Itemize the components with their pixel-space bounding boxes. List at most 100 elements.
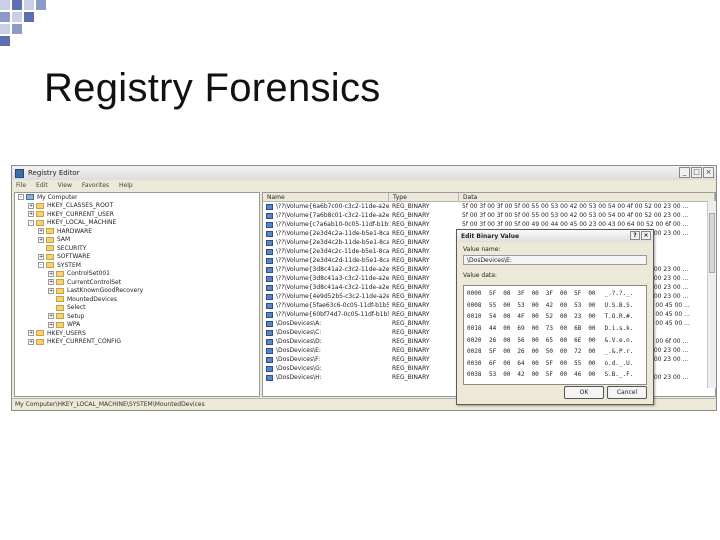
value-name-field[interactable]: \DosDevices\E: <box>463 255 647 265</box>
tree-item[interactable]: + SAM <box>15 236 259 245</box>
tree-item[interactable]: Select <box>15 304 259 313</box>
hex-row[interactable]: 0028 5F 00 26 00 50 00 72 00 _.&.P.r. <box>467 346 643 358</box>
help-button[interactable]: ? <box>630 231 640 240</box>
expand-icon[interactable]: + <box>48 270 54 277</box>
expand-icon[interactable]: + <box>38 228 44 235</box>
hex-offset: 0028 <box>467 348 482 356</box>
tree-item[interactable]: + HKEY_CLASSES_ROOT <box>15 202 259 211</box>
folder-icon <box>46 262 54 269</box>
hex-byte: 73 <box>545 325 553 333</box>
hex-byte: 00 <box>503 336 511 344</box>
hex-byte: 5F <box>545 371 553 379</box>
hex-row[interactable]: 0020 26 00 56 00 65 00 6E 00 &.V.e.n. <box>467 334 643 346</box>
tree-spacer <box>48 304 54 311</box>
hex-byte: 5F <box>489 290 497 298</box>
tree-item[interactable]: + ControlSet001 <box>15 270 259 279</box>
tree-item[interactable]: + HARDWARE <box>15 227 259 236</box>
tree-item[interactable]: SECURITY <box>15 244 259 253</box>
value-data-label: Value data: <box>463 272 497 279</box>
hex-byte: 00 <box>531 290 539 298</box>
expand-icon[interactable]: + <box>38 253 44 260</box>
hex-byte: 00 <box>588 290 596 298</box>
column-header-name[interactable]: Name <box>263 193 389 201</box>
expand-icon[interactable]: + <box>28 338 34 345</box>
vertical-scrollbar[interactable] <box>707 201 716 388</box>
expand-icon[interactable]: + <box>48 287 54 294</box>
folder-icon <box>36 338 44 345</box>
value-data-hex-editor[interactable]: 0000 5F 00 3F 00 3F 00 5F 00 _.?.?._. 0008 55 00 53 00… <box>463 285 647 385</box>
value-type: REG_BINARY <box>392 275 430 282</box>
value-row[interactable]: \??\Volume{c7a6ab10-0c05-11df-b1b5-... RE… <box>263 220 715 229</box>
value-row[interactable]: \??\Volume{6a6b7c00-c3c2-11de-a2e5-... RE… <box>263 202 715 211</box>
expand-icon[interactable]: + <box>48 321 54 328</box>
menu-item-favorites[interactable]: Favorites <box>82 182 109 189</box>
tree-item[interactable]: MountedDevices <box>15 295 259 304</box>
maximize-button[interactable]: □ <box>691 167 702 178</box>
hex-byte: 00 <box>559 290 568 298</box>
hex-offset: 0030 <box>467 359 482 367</box>
value-name: \??\Volume{4e9d52b5-c3c2-11de-a2e5-... <box>276 293 389 300</box>
tree-item[interactable]: - SYSTEM <box>15 261 259 270</box>
hex-row[interactable]: 0030 6F 00 64 00 5F 00 55 00 o.d._.U. <box>467 358 643 370</box>
dialog-titlebar[interactable]: Edit Binary Value ? × <box>457 230 653 242</box>
hex-row[interactable]: 0008 55 00 53 00 42 00 53 00 U.S.B.S. <box>467 300 643 312</box>
hex-byte: 23 <box>574 313 582 321</box>
collapse-icon[interactable]: - <box>18 194 24 201</box>
value-type: REG_BINARY <box>392 248 430 255</box>
hex-byte: 4F <box>517 313 525 321</box>
column-header-data[interactable]: Data <box>459 193 715 201</box>
close-button[interactable]: × <box>703 167 714 178</box>
tree-item[interactable]: + CurrentControlSet <box>15 278 259 287</box>
folder-icon <box>46 236 54 243</box>
expand-icon[interactable]: + <box>28 202 34 209</box>
hex-row[interactable]: 0000 5F 00 3F 00 3F 00 5F 00 _.?.?._. <box>467 288 643 300</box>
tree-item[interactable]: - My Computer <box>15 193 259 202</box>
binary-value-icon <box>266 257 273 264</box>
hex-row[interactable]: 0038 53 00 42 00 5F 00 46 00 S.B._.F. <box>467 369 643 381</box>
folder-icon <box>56 321 64 328</box>
hex-row[interactable]: 0010 54 00 4F 00 52 00 23 00 T.O.R.#. <box>467 311 643 323</box>
value-name: \DosDevices\A: <box>276 320 322 327</box>
menu-item-edit[interactable]: Edit <box>36 182 48 189</box>
hex-row[interactable]: 0018 44 00 69 00 73 00 6B 00 D.i.s.k. <box>467 323 643 335</box>
collapse-icon[interactable]: - <box>38 262 44 269</box>
expand-icon[interactable]: + <box>48 313 54 320</box>
tree-item[interactable]: + WPA <box>15 321 259 330</box>
tree-item[interactable]: + HKEY_CURRENT_CONFIG <box>15 338 259 347</box>
expand-icon[interactable]: + <box>48 279 54 286</box>
ok-button[interactable]: OK <box>564 386 604 399</box>
folder-icon <box>46 253 54 260</box>
menu-item-file[interactable]: File <box>16 182 26 189</box>
tree-item[interactable]: + HKEY_CURRENT_USER <box>15 210 259 219</box>
binary-value-icon <box>266 302 273 309</box>
dialog-close-button[interactable]: × <box>641 231 651 240</box>
slide-title: Registry Forensics <box>44 66 381 110</box>
tree-item[interactable]: + SOFTWARE <box>15 253 259 262</box>
value-row[interactable]: \??\Volume{7a6b8c01-c3c2-11de-a2e5-... RE… <box>263 211 715 220</box>
tree-item[interactable]: + HKEY_USERS <box>15 329 259 338</box>
tree-item[interactable]: + LastKnownGoodRecovery <box>15 287 259 296</box>
folder-icon <box>56 304 64 311</box>
binary-value-icon <box>266 374 273 381</box>
hex-byte: 69 <box>517 325 525 333</box>
tree-item[interactable]: + Setup <box>15 312 259 321</box>
menu-item-view[interactable]: View <box>58 182 72 189</box>
hex-byte: 42 <box>517 371 525 379</box>
registry-tree[interactable]: - My Computer + HKEY_CLASSES_ROOT + HKEY_CURR… <box>14 192 260 397</box>
window-titlebar[interactable]: Registry Editor _ □ × <box>12 166 716 180</box>
expand-icon[interactable]: + <box>28 330 34 337</box>
tree-item[interactable]: - HKEY_LOCAL_MACHINE <box>15 219 259 228</box>
hex-byte: 00 <box>588 313 596 321</box>
value-name: \??\Volume{6a6b7c00-c3c2-11de-a2e5-... <box>276 203 389 210</box>
expand-icon[interactable]: + <box>38 236 44 243</box>
binary-value-icon <box>266 293 273 300</box>
hex-byte: 55 <box>574 359 582 367</box>
scrollbar-thumb[interactable] <box>709 213 715 273</box>
minimize-button[interactable]: _ <box>679 167 690 178</box>
cancel-button[interactable]: Cancel <box>607 386 647 399</box>
expand-icon[interactable]: + <box>28 211 34 218</box>
menu-item-help[interactable]: Help <box>119 182 133 189</box>
collapse-icon[interactable]: - <box>28 219 34 226</box>
column-header-type[interactable]: Type <box>389 193 459 201</box>
tree-item-label: HKEY_LOCAL_MACHINE <box>47 219 117 227</box>
